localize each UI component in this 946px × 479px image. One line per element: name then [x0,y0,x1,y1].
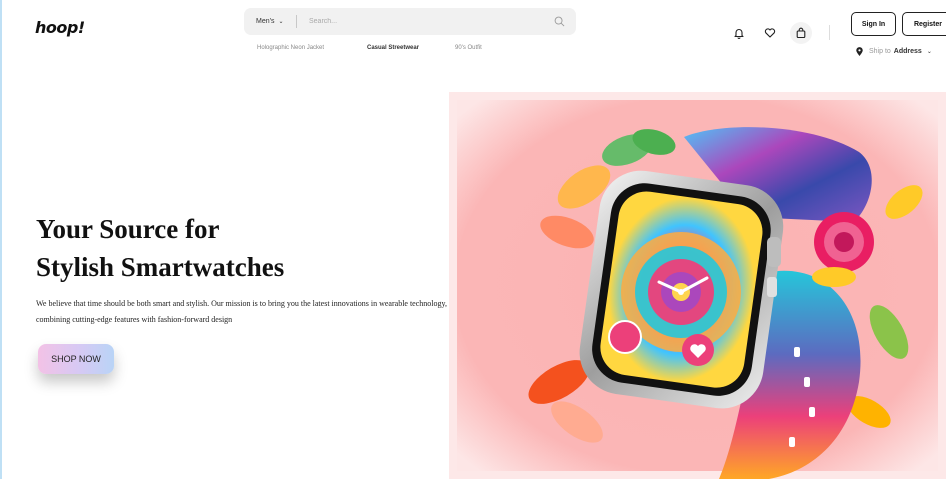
logo[interactable]: hoop! [35,18,85,37]
header-divider [829,25,830,40]
smartwatch-hero-image [441,84,946,479]
heart-icon[interactable] [759,22,781,44]
suggestion-holographic-neon-jacket[interactable]: Holographic Neon Jacket [257,45,324,51]
chevron-down-icon: ⌄ [278,19,284,25]
window-border [0,0,2,479]
shopping-bag-icon[interactable] [790,22,812,44]
chevron-down-icon: ⌄ [926,49,932,55]
suggestion-casual-streetwear[interactable]: Casual Streetwear [367,45,419,51]
search-icon[interactable] [546,16,572,27]
hero-title-line-1: Your Source for [36,214,220,244]
register-button[interactable]: Register [902,12,946,36]
hero-title: Your Source for Stylish Smartwatches [36,210,284,286]
search-divider [296,15,297,28]
ship-to-label: Ship to [869,48,891,55]
bell-icon[interactable] [728,22,750,44]
sign-in-button[interactable]: Sign In [851,12,896,36]
smartwatch-illustration [441,84,946,479]
suggestion-90s-outfit[interactable]: 90's Outfit [455,45,482,51]
hero-description: We believe that time should be both smar… [36,299,447,324]
search-bar: Men's ⌄ [244,8,576,35]
location-pin-icon [856,47,863,56]
category-select[interactable]: Men's ⌄ [244,18,296,25]
header-actions [728,22,812,44]
category-label: Men's [256,18,275,25]
shop-now-button[interactable]: SHOP NOW [38,344,114,374]
hero-title-line-2: Stylish Smartwatches [36,252,285,282]
ship-to-address: Address [893,48,922,55]
ship-to-selector[interactable]: Ship to Address ⌄ [856,47,932,56]
search-input[interactable] [309,11,546,32]
